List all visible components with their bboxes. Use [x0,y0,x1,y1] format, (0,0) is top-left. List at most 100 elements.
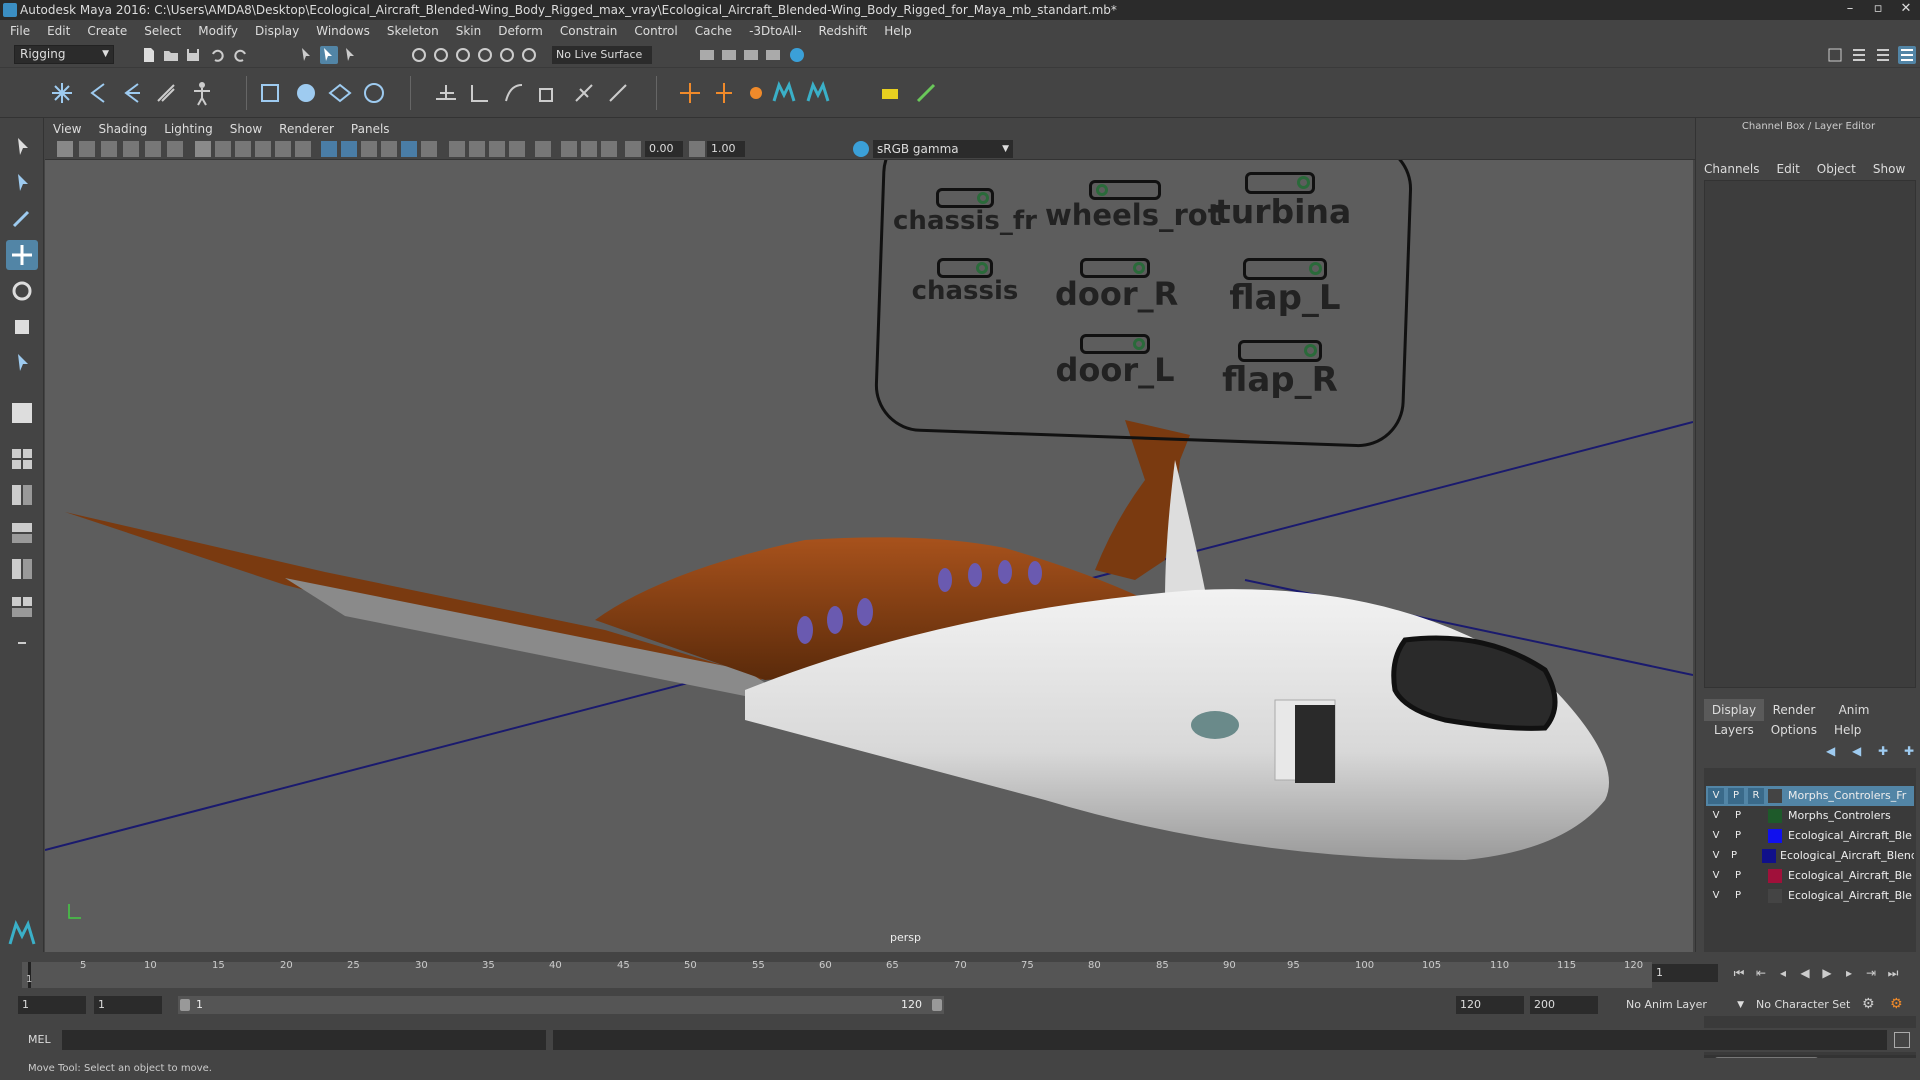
playback-toggle[interactable]: P [1730,808,1746,824]
tab-render[interactable]: Render [1764,699,1824,721]
quick-rig-icon[interactable] [188,79,216,107]
auto-key-icon[interactable]: ⚙ [1890,996,1908,1014]
layer-menu-options[interactable]: Options [1771,723,1817,737]
channel-box-area[interactable] [1704,180,1916,688]
layer-row[interactable]: V P Ecological_Aircraft_Blend [1706,846,1914,866]
visibility-toggle[interactable]: V [1708,788,1724,804]
cluster-icon[interactable] [360,79,388,107]
channel-box-toggle-icon[interactable] [1898,46,1916,64]
snap-grid-icon[interactable] [410,46,428,64]
smooth-shade-icon[interactable] [341,141,357,157]
humanik-icon[interactable] [152,79,180,107]
control-flap-r[interactable]: flap_R [1215,340,1345,410]
start-time-field[interactable]: 1 [18,996,86,1014]
menu-skin[interactable]: Skin [456,24,482,38]
parent-constraint-icon[interactable] [570,79,598,107]
menuset-dropdown[interactable]: Rigging ▼ [14,45,114,64]
step-back-frame-icon[interactable]: ◂ [1772,964,1794,982]
layer-color-swatch[interactable] [1768,829,1782,843]
point-constraint-icon[interactable] [432,79,460,107]
menu-skeleton[interactable]: Skeleton [387,24,439,38]
hypershade-layout-icon[interactable] [6,554,38,584]
ipr-render-icon[interactable] [742,46,760,64]
xray-icon[interactable] [381,141,397,157]
channel-box-menu-channels[interactable]: Channels [1704,162,1760,176]
menu-control[interactable]: Control [634,24,677,38]
four-view-icon[interactable] [6,444,38,474]
playback-toggle[interactable]: P [1730,868,1746,884]
menu-windows[interactable]: Windows [316,24,370,38]
anim-layer-dropdown[interactable]: No Anim Layer ▼ [1626,996,1744,1014]
new-layer-icon[interactable]: ✚ [1878,744,1894,758]
menu-cache[interactable]: Cache [695,24,732,38]
control-door-r[interactable]: door_R [1055,258,1178,318]
panel-menu-show[interactable]: Show [230,122,262,136]
joint-tool-icon[interactable] [48,79,76,107]
select-hierarchy-icon[interactable] [298,46,316,64]
layer-row[interactable]: V P Ecological_Aircraft_Ble [1706,826,1914,846]
menu-3dtoall[interactable]: -3DtoAll- [749,24,801,38]
layer-row[interactable]: V P Ecological_Aircraft_Ble [1706,886,1914,906]
close-button[interactable]: ✕ [1892,0,1920,20]
range-slider[interactable]: 1 120 [178,996,944,1014]
new-scene-icon[interactable] [140,46,158,64]
layer-row[interactable]: V P Morphs_Controlers [1706,806,1914,826]
gate-mask-icon[interactable] [255,141,271,157]
camera-icon[interactable] [57,141,73,157]
aim-constraint-icon[interactable] [466,79,494,107]
select-object-icon[interactable] [320,46,338,64]
menu-create[interactable]: Create [87,24,127,38]
grid-icon[interactable] [195,141,211,157]
lasso-tool-icon[interactable] [6,168,38,198]
uv-layout-icon[interactable] [6,592,38,622]
last-tool-icon[interactable] [6,348,38,378]
control-chassis[interactable]: chassis [900,258,1030,318]
persp-graph-icon[interactable] [6,518,38,548]
script-language-label[interactable]: MEL [28,1033,51,1046]
playback-toggle[interactable]: P [1728,788,1744,804]
control-turbina[interactable]: turbina [1215,172,1351,232]
wireframe-icon[interactable] [321,141,337,157]
move-layer-up-icon[interactable]: ◀ [1826,744,1842,758]
shadows-icon[interactable] [449,141,465,157]
script-editor-icon[interactable] [1894,1032,1910,1048]
menu-redshift[interactable]: Redshift [819,24,868,38]
rotate-tool-icon[interactable] [6,276,38,306]
exposure-field[interactable]: 0.00 [645,141,683,157]
snap-surface-icon[interactable] [498,46,516,64]
motion-blur-icon[interactable] [489,141,505,157]
channel-box-menu-show[interactable]: Show [1873,162,1905,176]
lights-icon[interactable] [421,141,437,157]
exposure-icon[interactable] [625,141,641,157]
render-view-icon[interactable] [764,46,782,64]
shade-wire-icon[interactable] [361,141,377,157]
visibility-toggle[interactable]: V [1708,848,1724,864]
playback-toggle[interactable]: P [1730,828,1746,844]
image-plane-icon[interactable] [123,141,139,157]
channel-box-menu-edit[interactable]: Edit [1777,162,1800,176]
end-time-field[interactable]: 120 [1456,996,1524,1014]
ao-icon[interactable] [469,141,485,157]
step-forward-frame-icon[interactable]: ▸ [1838,964,1860,982]
control-wheels-rot[interactable]: wheels_rot [1045,180,1222,240]
maya-logo-shelf-icon[interactable] [770,79,798,107]
isolate-icon[interactable] [535,141,551,157]
panel-menu-shading[interactable]: Shading [98,122,147,136]
snap-view-icon[interactable] [476,46,494,64]
collapse-toolbox-icon[interactable] [6,628,38,658]
visibility-toggle[interactable]: V [1708,888,1724,904]
maximize-button[interactable]: ▫ [1864,0,1892,20]
script-yellow-icon[interactable] [876,79,904,107]
camera-attr-icon[interactable] [79,141,95,157]
field-chart-icon[interactable] [275,141,291,157]
range-end-handle[interactable] [932,999,942,1011]
range-start-handle[interactable] [180,999,190,1011]
visibility-toggle[interactable]: V [1708,828,1724,844]
select-component-icon[interactable] [342,46,360,64]
gamma-field[interactable]: 1.00 [707,141,745,157]
safe-action-icon[interactable] [295,141,311,157]
key-settings-icon[interactable]: ⚙ [1862,996,1880,1014]
orient-constraint-icon[interactable] [500,79,528,107]
step-back-key-icon[interactable]: ⇤ [1750,964,1772,982]
control-chassis-fr[interactable]: chassis_fr [890,188,1040,248]
